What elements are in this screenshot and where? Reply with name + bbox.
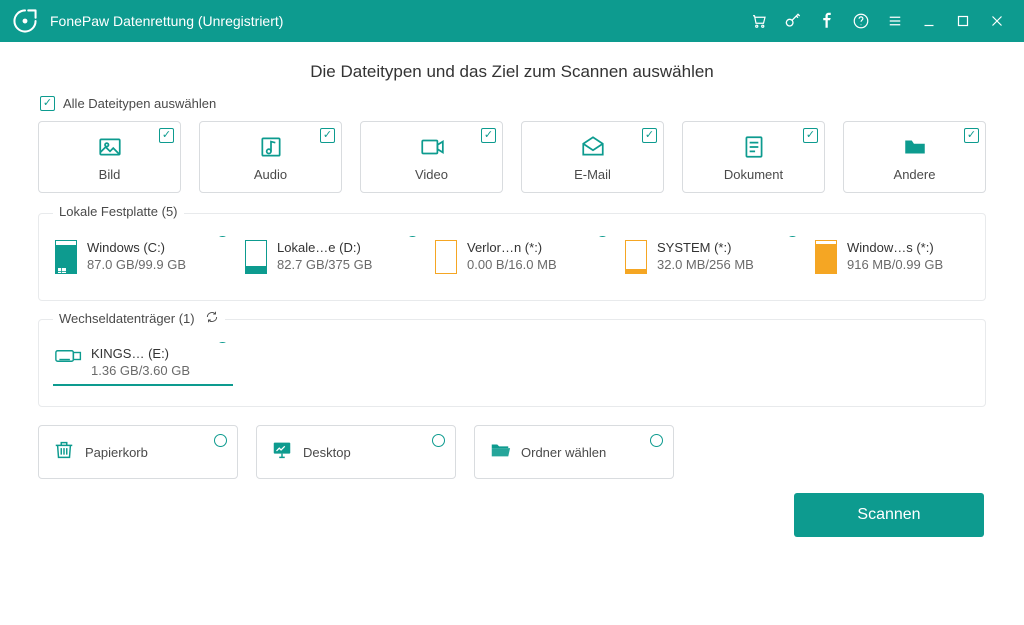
radio-icon [216, 342, 229, 343]
location-tiles: Papierkorb Desktop Ordner wählen [38, 425, 986, 479]
drive-size: 87.0 GB/99.9 GB [87, 257, 186, 272]
drive-size: 0.00 B/16.0 MB [467, 257, 557, 272]
tile-email[interactable]: E-Mail [521, 121, 664, 193]
drive-size: 916 MB/0.99 GB [847, 257, 943, 272]
desktop-icon [271, 439, 293, 466]
checkbox-icon [803, 128, 818, 143]
folder-open-icon [489, 439, 511, 466]
drive-name: Verlor…n (*:) [467, 240, 557, 255]
radio-icon [216, 236, 229, 237]
drive-size: 82.7 GB/375 GB [277, 257, 372, 272]
tile-label: Dokument [724, 167, 783, 182]
drive-windows-star[interactable]: Window…s (*:) 916 MB/0.99 GB [813, 236, 971, 280]
image-icon [96, 133, 124, 161]
drive-name: SYSTEM (*:) [657, 240, 754, 255]
tile-document[interactable]: Dokument [682, 121, 825, 193]
radio-icon [650, 434, 663, 447]
radio-icon [596, 236, 609, 237]
refresh-icon[interactable] [205, 310, 219, 327]
usb-icon [55, 346, 83, 374]
select-all-checkbox[interactable]: Alle Dateitypen auswählen [40, 96, 986, 111]
tile-label: Bild [99, 167, 121, 182]
scan-button[interactable]: Scannen [794, 493, 984, 537]
email-icon [579, 133, 607, 161]
drive-lokale-d[interactable]: Lokale…e (D:) 82.7 GB/375 GB [243, 236, 423, 280]
menu-icon[interactable] [878, 0, 912, 42]
radio-icon [406, 236, 419, 237]
page-title: Die Dateitypen und das Ziel zum Scannen … [38, 62, 986, 82]
local-drives-list[interactable]: Windows (C:) 87.0 GB/99.9 GB Lokale…e (D:… [53, 236, 971, 286]
location-choose-folder[interactable]: Ordner wählen [474, 425, 674, 479]
app-logo [10, 6, 40, 36]
tile-label: Video [415, 167, 448, 182]
drive-verloren[interactable]: Verlor…n (*:) 0.00 B/16.0 MB [433, 236, 613, 280]
location-label: Papierkorb [85, 445, 148, 460]
tile-label: Audio [254, 167, 287, 182]
removable-drives-legend: Wechseldatenträger (1) [59, 311, 195, 326]
tile-label: Andere [894, 167, 936, 182]
radio-icon [432, 434, 445, 447]
drive-name: Lokale…e (D:) [277, 240, 372, 255]
location-recycle-bin[interactable]: Papierkorb [38, 425, 238, 479]
drive-size: 1.36 GB/3.60 GB [91, 363, 190, 378]
location-label: Ordner wählen [521, 445, 606, 460]
tile-label: E-Mail [574, 167, 611, 182]
checkbox-icon [159, 128, 174, 143]
checkbox-icon [964, 128, 979, 143]
drive-windows-c[interactable]: Windows (C:) 87.0 GB/99.9 GB [53, 236, 233, 280]
minimize-icon[interactable] [912, 0, 946, 42]
key-icon[interactable] [776, 0, 810, 42]
document-icon [740, 133, 768, 161]
removable-drives-list: KINGS… (E:) 1.36 GB/3.60 GB [53, 342, 971, 392]
facebook-icon[interactable] [810, 0, 844, 42]
filetype-tiles: Bild Audio Video E-Mail Dokument Andere [38, 121, 986, 193]
location-desktop[interactable]: Desktop [256, 425, 456, 479]
select-all-label: Alle Dateitypen auswählen [63, 96, 216, 111]
drive-kingston-e[interactable]: KINGS… (E:) 1.36 GB/3.60 GB [53, 342, 233, 386]
close-icon[interactable] [980, 0, 1014, 42]
location-label: Desktop [303, 445, 351, 460]
help-icon[interactable] [844, 0, 878, 42]
cart-icon[interactable] [742, 0, 776, 42]
checkbox-icon [320, 128, 335, 143]
drive-name: Window…s (*:) [847, 240, 943, 255]
drive-system[interactable]: SYSTEM (*:) 32.0 MB/256 MB [623, 236, 803, 280]
tile-audio[interactable]: Audio [199, 121, 342, 193]
drive-name: Windows (C:) [87, 240, 186, 255]
local-drives-group: Lokale Festplatte (5) Windows (C:)87.0 G… [38, 213, 986, 301]
checkbox-icon [481, 128, 496, 143]
window-title: FonePaw Datenrettung (Unregistriert) [50, 13, 283, 29]
video-icon [418, 133, 446, 161]
titlebar: FonePaw Datenrettung (Unregistriert) [0, 0, 1024, 42]
checkbox-icon [40, 96, 55, 111]
folder-icon [901, 133, 929, 161]
drive-name: KINGS… (E:) [91, 346, 190, 361]
drive-size: 32.0 MB/256 MB [657, 257, 754, 272]
tile-other[interactable]: Andere [843, 121, 986, 193]
tile-image[interactable]: Bild [38, 121, 181, 193]
tile-video[interactable]: Video [360, 121, 503, 193]
radio-icon [786, 236, 799, 237]
local-drives-legend: Lokale Festplatte (5) [53, 204, 184, 219]
removable-drives-group: Wechseldatenträger (1) KINGS… (E:)1.36 G… [38, 319, 986, 407]
trash-icon [53, 439, 75, 466]
checkbox-icon [642, 128, 657, 143]
audio-icon [257, 133, 285, 161]
maximize-icon[interactable] [946, 0, 980, 42]
radio-icon [214, 434, 227, 447]
